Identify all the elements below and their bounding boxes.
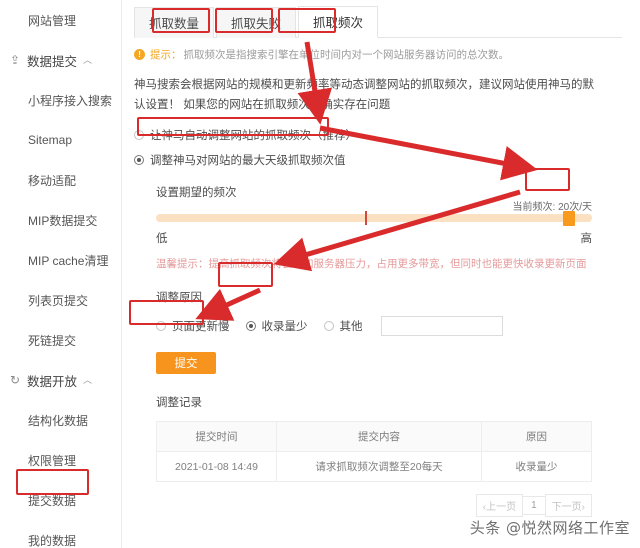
sidebar-item-10[interactable]: 结构化数据 [0, 400, 121, 440]
sidebar-item-label: 小程序接入搜索 [28, 93, 113, 108]
sidebar: 网站管理 ⇪ 数据提交 ︿ 小程序接入搜索 Sitemap 移动适配 MIP数据提交 MIP c… [0, 0, 122, 548]
slider-thumb[interactable] [562, 211, 575, 227]
radio-slow-update-icon[interactable] [156, 321, 166, 332]
sidebar-item-label: 提交数据 [28, 493, 77, 508]
slider-low-label: 低 [156, 233, 168, 246]
tip-label: 提示： [150, 49, 182, 61]
refresh-icon: ↻ [9, 373, 21, 387]
pagination: ‹上一页 1 下一页› [156, 494, 592, 518]
sidebar-item-label: 我的数据 [28, 533, 77, 548]
slider-default-tick [365, 211, 367, 226]
sidebar-item-label: Sitemap [28, 133, 73, 147]
frequency-slider[interactable]: 当前频次: 20次/天 [156, 202, 592, 227]
records-table-body: 2021-01-08 14:49 请求抓取频次调整至20每天 收录量少 [156, 451, 592, 483]
radio-other-icon[interactable] [323, 321, 334, 332]
sidebar-item-label: MIP数据提交 [28, 213, 98, 228]
current-frequency-label: 当前频次: 20次/天 [512, 202, 592, 214]
sidebar-nav-list: 网站管理 ⇪ 数据提交 ︿ 小程序接入搜索 Sitemap 移动适配 MIP数据提交 MIP c… [0, 0, 121, 548]
reason-option-other[interactable]: 其他 [323, 318, 363, 334]
slider-warning-text: 温馨提示：提高抓取频次将会增加服务器压力，占用更多带宽，但同时也能更快收录更新页… [156, 258, 587, 271]
sidebar-group-9[interactable]: ↻ 数据开放 ︿ [0, 360, 121, 400]
sidebar-item-5[interactable]: MIP数据提交 [0, 200, 121, 240]
radio-low-index-icon[interactable] [245, 321, 256, 332]
main-content: 抓取数量 抓取失败 抓取频次 ! 提示： 抓取频次是指搜索引擎在单位时间内对一个网站… [122, 0, 640, 548]
sidebar-item-label: 权限管理 [28, 453, 77, 468]
tab-bar: 抓取数量 抓取失败 抓取频次 [134, 6, 622, 38]
sidebar-item-0[interactable]: 网站管理 [0, 0, 121, 40]
sidebar-group-1[interactable]: ⇪ 数据提交 ︿ [0, 40, 121, 80]
pagination-prev[interactable]: ‹上一页 [475, 494, 524, 518]
sidebar-item-6[interactable]: MIP cache清理 [0, 240, 121, 280]
reason-section-title: 调整原因 [156, 292, 202, 305]
table-cell-0-2: 收录量少 [481, 451, 592, 483]
sidebar-item-label: 移动适配 [28, 173, 77, 188]
app-root: 网站管理 ⇪ 数据提交 ︿ 小程序接入搜索 Sitemap 移动适配 MIP数据提交 MIP c… [0, 0, 640, 548]
sidebar-item-label: 网站管理 [28, 13, 77, 28]
reason-option-low-index[interactable]: 收录量少 [245, 318, 308, 334]
table-column-header-0: 提交时间 [156, 421, 277, 453]
chevron-up-icon[interactable]: ︿ [83, 373, 92, 386]
tab-1[interactable]: 抓取失败 [216, 7, 297, 38]
sidebar-item-label: 列表页提交 [28, 293, 89, 308]
slider-section: 设置期望的频次 当前频次: 20次/天 低 高 温馨提示：提高抓取频次将会增加服… [134, 184, 622, 518]
sidebar-item-12[interactable]: 提交数据 [0, 480, 121, 520]
info-icon: ! [134, 49, 145, 60]
pagination-next[interactable]: 下一页› [544, 494, 592, 518]
table-row: 2021-01-08 14:49 请求抓取频次调整至20每天 收录量少 [156, 451, 592, 483]
records-table-head: 提交时间 提交内容 原因 [156, 421, 592, 453]
sidebar-item-2[interactable]: 小程序接入搜索 [0, 80, 121, 120]
sidebar-item-4[interactable]: 移动适配 [0, 160, 121, 200]
sidebar-item-8[interactable]: 死链提交 [0, 320, 121, 360]
mode-option-manual[interactable]: 调整神马对网站的最大天级抓取频次值 [134, 152, 622, 168]
mode-option-manual-label: 调整神马对网站的最大天级抓取频次值 [150, 155, 346, 168]
sidebar-item-11[interactable]: 权限管理 [0, 440, 121, 480]
upload-icon: ⇪ [9, 53, 21, 67]
submit-button[interactable]: 提交 [156, 352, 216, 375]
table-column-header-1: 提交内容 [276, 421, 482, 453]
sidebar-group-label: 数据开放 [27, 374, 78, 389]
tip-text: 抓取频次是指搜索引擎在单位时间内对一个网站服务器访问的总次数。 [183, 49, 510, 61]
pagination-page-1[interactable]: 1 [522, 496, 546, 516]
records-table: 提交时间 提交内容 原因 2021-01-08 14:49 请求抓取频次调整至20每天… [156, 421, 592, 483]
sidebar-group-label: 数据提交 [27, 54, 78, 69]
mode-option-auto[interactable]: 让神马自动调整网站的抓取频次（推荐） [134, 127, 622, 143]
slider-scale-labels: 低 高 [156, 230, 592, 246]
tab-0[interactable]: 抓取数量 [134, 7, 215, 38]
mode-option-auto-label: 让神马自动调整网站的抓取频次（推荐） [150, 130, 357, 143]
table-cell-0-0: 2021-01-08 14:49 [156, 451, 277, 483]
watermark: 头条 @悦然网络工作室 [469, 519, 630, 537]
reason-option-other-label: 其他 [339, 321, 363, 334]
sidebar-item-3[interactable]: Sitemap [0, 120, 121, 160]
table-cell-0-1: 请求抓取频次调整至20每天 [276, 451, 482, 483]
reason-option-low-index-label: 收录量少 [261, 321, 308, 334]
sidebar-item-label: 结构化数据 [28, 413, 89, 428]
sidebar-item-7[interactable]: 列表页提交 [0, 280, 121, 320]
description-text: 神马搜索会根据网站的规模和更新频率等动态调整网站的抓取频次，建议网站使用神马的默… [134, 79, 594, 112]
reason-other-input[interactable] [380, 316, 503, 337]
slider-track[interactable] [156, 211, 592, 227]
records-section-title: 调整记录 [156, 397, 202, 410]
sidebar-item-13[interactable]: 我的数据 [0, 520, 121, 548]
slider-high-label: 高 [580, 233, 593, 246]
sidebar-item-label: MIP cache清理 [28, 253, 109, 268]
reason-option-slow-update-label: 页面更新慢 [172, 321, 230, 334]
tip-banner: ! 提示： 抓取频次是指搜索引擎在单位时间内对一个网站服务器访问的总次数。 [134, 47, 622, 62]
table-column-header-2: 原因 [481, 421, 592, 453]
chevron-up-icon[interactable]: ︿ [83, 53, 92, 66]
tab-2[interactable]: 抓取频次 [298, 6, 379, 38]
sidebar-item-label: 死链提交 [28, 333, 77, 348]
table-header-row: 提交时间 提交内容 原因 [156, 421, 592, 453]
radio-manual-icon[interactable] [134, 155, 144, 166]
reason-option-slow-update[interactable]: 页面更新慢 [156, 318, 230, 334]
radio-auto-icon[interactable] [134, 130, 144, 141]
reason-options: 页面更新慢 收录量少 其他 [156, 316, 622, 337]
